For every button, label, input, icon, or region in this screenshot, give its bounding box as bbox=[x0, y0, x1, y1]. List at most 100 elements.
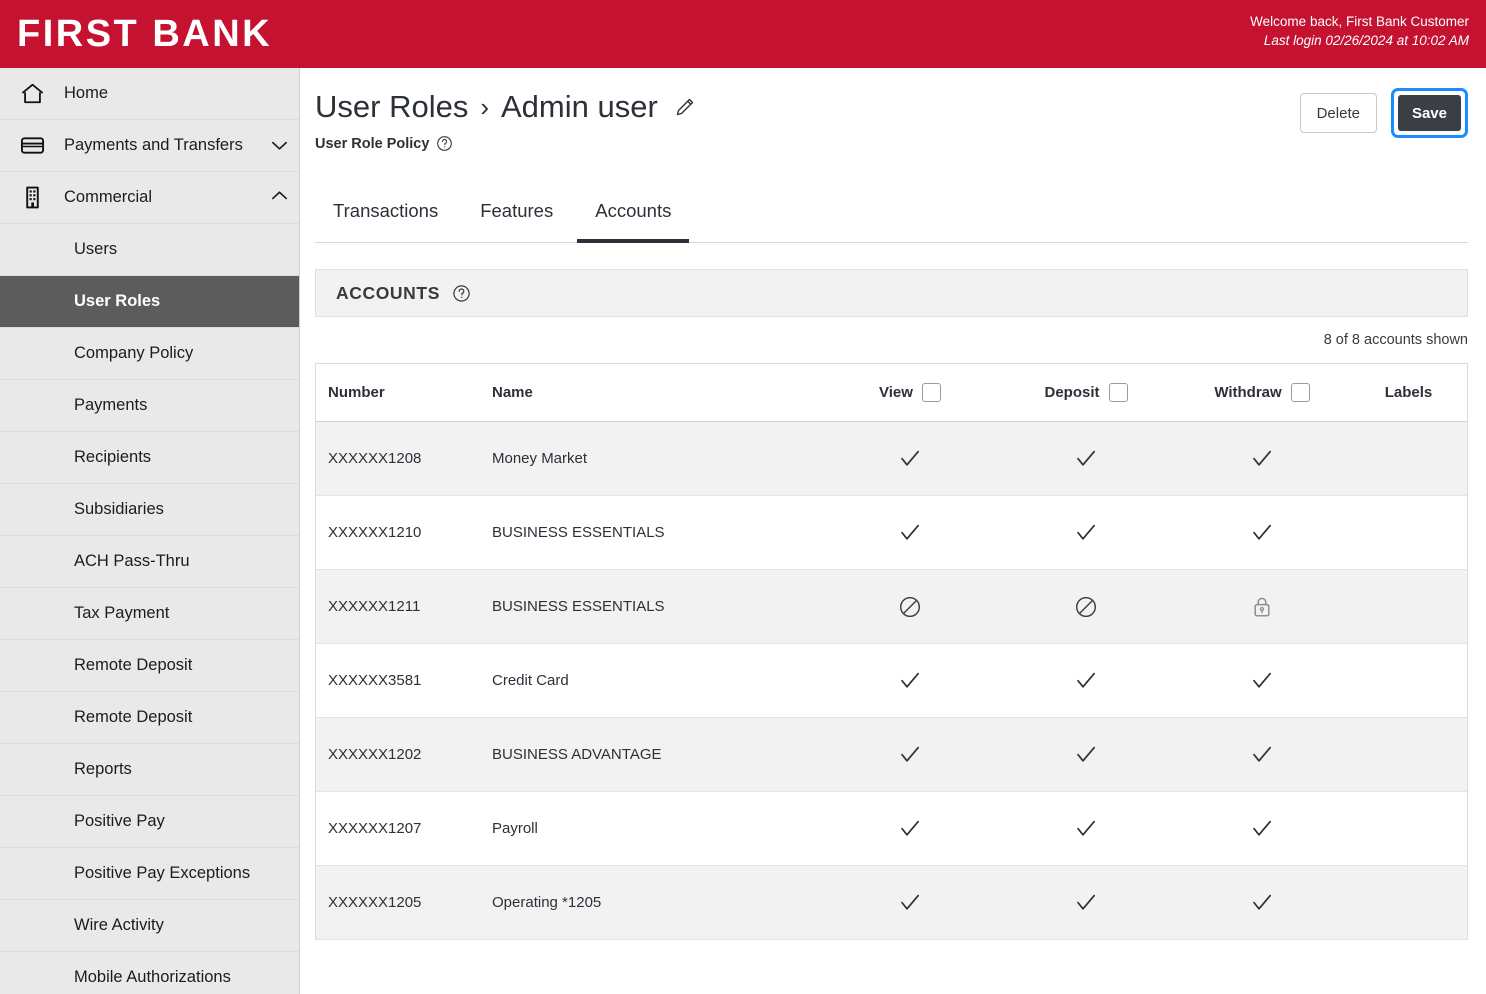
table-row[interactable]: XXXXXX1205 Operating *1205 bbox=[316, 866, 1467, 940]
deposit-permission-cell[interactable] bbox=[998, 742, 1174, 768]
account-name: Payroll bbox=[492, 820, 538, 837]
view-permission-cell[interactable] bbox=[822, 816, 998, 842]
table-row[interactable]: XXXXXX3581 Credit Card bbox=[316, 644, 1467, 718]
tab-bar[interactable]: Transactions Features Accounts bbox=[315, 191, 1468, 243]
welcome-message: Welcome back, First Bank Customer bbox=[1250, 14, 1469, 29]
sidebar-item-reports[interactable]: Reports bbox=[0, 744, 299, 796]
save-button-focus-ring: Save bbox=[1390, 88, 1468, 138]
column-header-withdraw-label: Withdraw bbox=[1214, 384, 1282, 401]
account-name: Money Market bbox=[492, 450, 588, 467]
accounts-count-text: 8 of 8 accounts shown bbox=[1323, 332, 1468, 348]
tab-accounts[interactable]: Accounts bbox=[577, 191, 690, 243]
withdraw-permission-cell[interactable] bbox=[1174, 668, 1350, 694]
column-header-deposit-label: Deposit bbox=[1044, 384, 1100, 401]
sidebar-item-label: Payments and Transfers bbox=[64, 136, 243, 154]
deposit-permission-cell[interactable] bbox=[998, 668, 1174, 694]
withdraw-permission-cell[interactable] bbox=[1174, 520, 1350, 546]
deposit-permission-cell[interactable] bbox=[998, 890, 1174, 916]
check-icon bbox=[897, 742, 923, 768]
check-icon bbox=[1073, 816, 1099, 842]
question-circle-icon-svg bbox=[453, 284, 470, 302]
check-icon bbox=[1077, 524, 1096, 540]
view-permission-cell[interactable] bbox=[822, 594, 998, 620]
withdraw-permission-cell[interactable] bbox=[1174, 742, 1350, 768]
sidebar-item-label: Payments bbox=[74, 396, 148, 414]
sidebar-item-label: Recipients bbox=[74, 448, 152, 466]
withdraw-permission-cell[interactable] bbox=[1174, 446, 1350, 472]
sidebar-item-mobile-authorizations[interactable]: Mobile Authorizations bbox=[0, 952, 299, 994]
accounts-table: Number Name View Deposit Withdraw Labels XXXXX… bbox=[315, 363, 1468, 940]
table-row[interactable]: XXXXXX1207 Payroll bbox=[316, 792, 1467, 866]
withdraw-permission-cell[interactable] bbox=[1174, 594, 1350, 620]
withdraw-permission-cell[interactable] bbox=[1174, 890, 1350, 916]
pencil-icon[interactable] bbox=[670, 92, 700, 122]
column-header-name: Name bbox=[492, 384, 533, 401]
welcome-block: Welcome back, First Bank Customer Last l… bbox=[1250, 12, 1469, 50]
account-number: XXXXXX1207 bbox=[328, 820, 422, 837]
sidebar-item-positive-pay[interactable]: Positive Pay bbox=[0, 796, 299, 848]
credit-card-icon bbox=[0, 132, 64, 159]
sidebar-item-remote-deposit[interactable]: Remote Deposit bbox=[0, 692, 299, 744]
sidebar-item-recipients[interactable]: Recipients bbox=[0, 432, 299, 484]
sidebar-item-wire-activity[interactable]: Wire Activity bbox=[0, 900, 299, 952]
check-icon bbox=[1077, 672, 1096, 688]
sidebar-item-subsidiaries[interactable]: Subsidiaries bbox=[0, 484, 299, 536]
sidebar-item-home[interactable]: Home bbox=[0, 68, 299, 120]
check-icon bbox=[1073, 742, 1099, 768]
tab-features[interactable]: Features bbox=[462, 191, 571, 243]
deposit-permission-cell[interactable] bbox=[998, 446, 1174, 472]
deposit-permission-cell[interactable] bbox=[998, 520, 1174, 546]
sidebar-item-payments[interactable]: Payments bbox=[0, 380, 299, 432]
breadcrumb-separator-icon: › bbox=[480, 92, 489, 122]
sidebar-item-label: Wire Activity bbox=[74, 916, 164, 934]
sidebar-item-label: Subsidiaries bbox=[74, 500, 164, 518]
main-content: User Roles › Admin user User Role Policy bbox=[301, 68, 1486, 994]
denied-icon bbox=[897, 594, 923, 620]
table-row[interactable]: XXXXXX1208 Money Market bbox=[316, 422, 1467, 496]
check-icon bbox=[1253, 746, 1272, 762]
account-number: XXXXXX1202 bbox=[328, 746, 422, 763]
view-permission-cell[interactable] bbox=[822, 446, 998, 472]
sidebar-item-commercial[interactable]: Commercial bbox=[0, 172, 299, 224]
sidebar-item-label: Tax Payment bbox=[74, 604, 170, 622]
breadcrumb-root[interactable]: User Roles bbox=[315, 88, 468, 126]
breadcrumb: User Roles › Admin user bbox=[315, 88, 1468, 126]
check-icon bbox=[1249, 816, 1275, 842]
save-button[interactable]: Save bbox=[1397, 95, 1461, 131]
view-permission-cell[interactable] bbox=[822, 890, 998, 916]
view-permission-cell[interactable] bbox=[822, 742, 998, 768]
chevron-down-icon[interactable] bbox=[259, 135, 299, 156]
question-circle-icon[interactable] bbox=[452, 284, 471, 303]
chevron-up-icon[interactable] bbox=[259, 187, 299, 208]
check-icon bbox=[901, 524, 920, 540]
account-name: BUSINESS ESSENTIALS bbox=[492, 598, 665, 615]
view-permission-cell[interactable] bbox=[822, 520, 998, 546]
select-all-view-checkbox[interactable] bbox=[921, 383, 941, 402]
account-number: XXXXXX3581 bbox=[328, 672, 422, 689]
check-icon bbox=[1249, 446, 1275, 472]
table-row[interactable]: XXXXXX1210 BUSINESS ESSENTIALS bbox=[316, 496, 1467, 570]
sidebar-item-payments-and-transfers[interactable]: Payments and Transfers bbox=[0, 120, 299, 172]
deposit-permission-cell[interactable] bbox=[998, 816, 1174, 842]
sidebar-item-ach-pass-thru[interactable]: ACH Pass-Thru bbox=[0, 536, 299, 588]
deposit-permission-cell[interactable] bbox=[998, 594, 1174, 620]
sidebar-item-label: Remote Deposit bbox=[74, 656, 193, 674]
view-permission-cell[interactable] bbox=[822, 668, 998, 694]
sidebar-item-positive-pay-exceptions[interactable]: Positive Pay Exceptions bbox=[0, 848, 299, 900]
table-row[interactable]: XXXXXX1202 BUSINESS ADVANTAGE bbox=[316, 718, 1467, 792]
sidebar-item-tax-payment[interactable]: Tax Payment bbox=[0, 588, 299, 640]
select-all-withdraw-checkbox[interactable] bbox=[1290, 383, 1310, 402]
sidebar-item-users[interactable]: Users bbox=[0, 224, 299, 276]
sidebar-item-user-roles[interactable]: User Roles bbox=[0, 276, 299, 328]
question-circle-icon[interactable] bbox=[436, 135, 453, 152]
page-title: Admin user bbox=[501, 89, 658, 124]
table-row[interactable]: XXXXXX1211 BUSINESS ESSENTIALS bbox=[316, 570, 1467, 644]
sidebar-item-remote-deposit[interactable]: Remote Deposit bbox=[0, 640, 299, 692]
select-all-deposit-checkbox[interactable] bbox=[1108, 383, 1128, 402]
tab-transactions[interactable]: Transactions bbox=[315, 191, 456, 243]
delete-button[interactable]: Delete bbox=[1299, 93, 1377, 133]
withdraw-permission-cell[interactable] bbox=[1174, 816, 1350, 842]
sidebar-item-company-policy[interactable]: Company Policy bbox=[0, 328, 299, 380]
sidebar-nav[interactable]: Home Payments and Transfers Commercial User… bbox=[0, 68, 300, 994]
check-icon bbox=[1249, 890, 1275, 916]
